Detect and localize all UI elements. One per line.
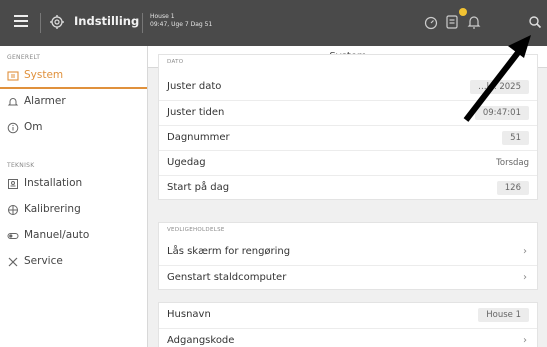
sidebar-item-kalibrering[interactable]: Kalibrering xyxy=(0,197,147,223)
timer-icon[interactable] xyxy=(423,14,439,30)
house-name-value[interactable]: House 1 xyxy=(478,308,529,322)
house-info: House 1 09:47, Uge 7 Dag 51 xyxy=(150,13,212,29)
house-name-row[interactable]: Husnavn House 1 xyxy=(159,303,537,328)
row-label: Start på dag xyxy=(167,182,230,193)
time-value[interactable]: 09:47:01 xyxy=(474,106,529,120)
house-name: House 1 xyxy=(150,13,175,20)
start-day-value[interactable]: 126 xyxy=(496,181,529,195)
date-settings-group: DATO Juster dato …kl. 2025 Juster tiden … xyxy=(158,54,538,200)
info-icon xyxy=(7,122,19,134)
house-time-info: 09:47, Uge 7 Dag 51 xyxy=(150,21,213,28)
settings-panel: System DATO Juster dato …kl. 2025 Juster… xyxy=(147,46,547,347)
row-label: Juster tiden xyxy=(167,107,225,118)
row-label: Husnavn xyxy=(167,309,211,320)
report-icon[interactable] xyxy=(444,14,460,30)
divider xyxy=(40,13,41,33)
sidebar-item-alarmer[interactable]: Alarmer xyxy=(0,89,147,115)
sidebar: GENERELT System Alarmer Om TEKNISK Insta… xyxy=(0,46,147,347)
bell-icon xyxy=(7,98,19,106)
row-label: Dagnummer xyxy=(167,132,230,143)
installation-icon xyxy=(8,179,18,189)
page-title: Indstilling xyxy=(74,14,140,28)
maintenance-group: VEDLIGEHOLDELSE Lås skærm for rengøring … xyxy=(158,222,538,290)
sidebar-item-service[interactable]: Service xyxy=(0,249,147,275)
service-icon xyxy=(8,257,18,267)
sidebar-item-system[interactable]: System xyxy=(0,63,147,89)
section-heading-technical: TEKNISK xyxy=(7,162,35,169)
row-label: Genstart staldcomputer xyxy=(167,272,287,283)
day-number-value: 51 xyxy=(502,131,529,145)
restart-computer-row[interactable]: Genstart staldcomputer › xyxy=(159,265,537,290)
chevron-right-icon: › xyxy=(523,272,527,283)
group-heading: VEDLIGEHOLDELSE xyxy=(167,227,225,233)
weekday-row: Ugedag Torsdag xyxy=(159,150,537,175)
divider xyxy=(142,13,143,33)
manual-auto-icon xyxy=(7,233,19,239)
sidebar-item-installation[interactable]: Installation xyxy=(0,171,147,197)
bell-icon[interactable] xyxy=(466,14,482,30)
password-row[interactable]: Adgangskode › xyxy=(159,328,537,347)
row-label: Adgangskode xyxy=(167,335,235,346)
row-label: Ugedag xyxy=(167,157,206,168)
day-number-row: Dagnummer 51 xyxy=(159,125,537,150)
menu-icon[interactable] xyxy=(14,15,28,27)
row-label: Lås skærm for rengøring xyxy=(167,246,291,257)
sidebar-item-label: Service xyxy=(24,255,63,267)
gear-icon xyxy=(50,15,64,29)
top-bar: Indstilling House 1 09:47, Uge 7 Dag 51 xyxy=(0,0,547,46)
adjust-date-row[interactable]: Juster dato …kl. 2025 xyxy=(159,75,537,100)
calibration-icon xyxy=(8,205,18,215)
sidebar-item-manuel-auto[interactable]: Manuel/auto xyxy=(0,223,147,249)
group-heading: DATO xyxy=(167,59,184,65)
sidebar-item-label: Installation xyxy=(24,177,83,189)
lock-screen-row[interactable]: Lås skærm for rengøring › xyxy=(159,240,537,265)
sidebar-item-om[interactable]: Om xyxy=(0,115,147,141)
sidebar-item-label: Alarmer xyxy=(24,95,66,107)
chevron-right-icon: › xyxy=(523,335,527,346)
sidebar-item-label: System xyxy=(24,69,64,81)
sidebar-item-label: Manuel/auto xyxy=(24,229,90,241)
start-day-row[interactable]: Start på dag 126 xyxy=(159,175,537,200)
system-icon xyxy=(7,71,19,81)
adjust-time-row[interactable]: Juster tiden 09:47:01 xyxy=(159,100,537,125)
weekday-value: Torsdag xyxy=(496,158,529,168)
notification-badge xyxy=(459,8,467,16)
section-heading-general: GENERELT xyxy=(7,54,41,61)
date-value[interactable]: …kl. 2025 xyxy=(470,80,529,94)
search-icon[interactable] xyxy=(527,14,543,30)
chevron-right-icon: › xyxy=(523,246,527,257)
house-settings-group: Husnavn House 1 Adgangskode › xyxy=(158,302,538,347)
row-label: Juster dato xyxy=(167,81,222,92)
sidebar-item-label: Om xyxy=(24,121,43,133)
sidebar-item-label: Kalibrering xyxy=(24,203,81,215)
